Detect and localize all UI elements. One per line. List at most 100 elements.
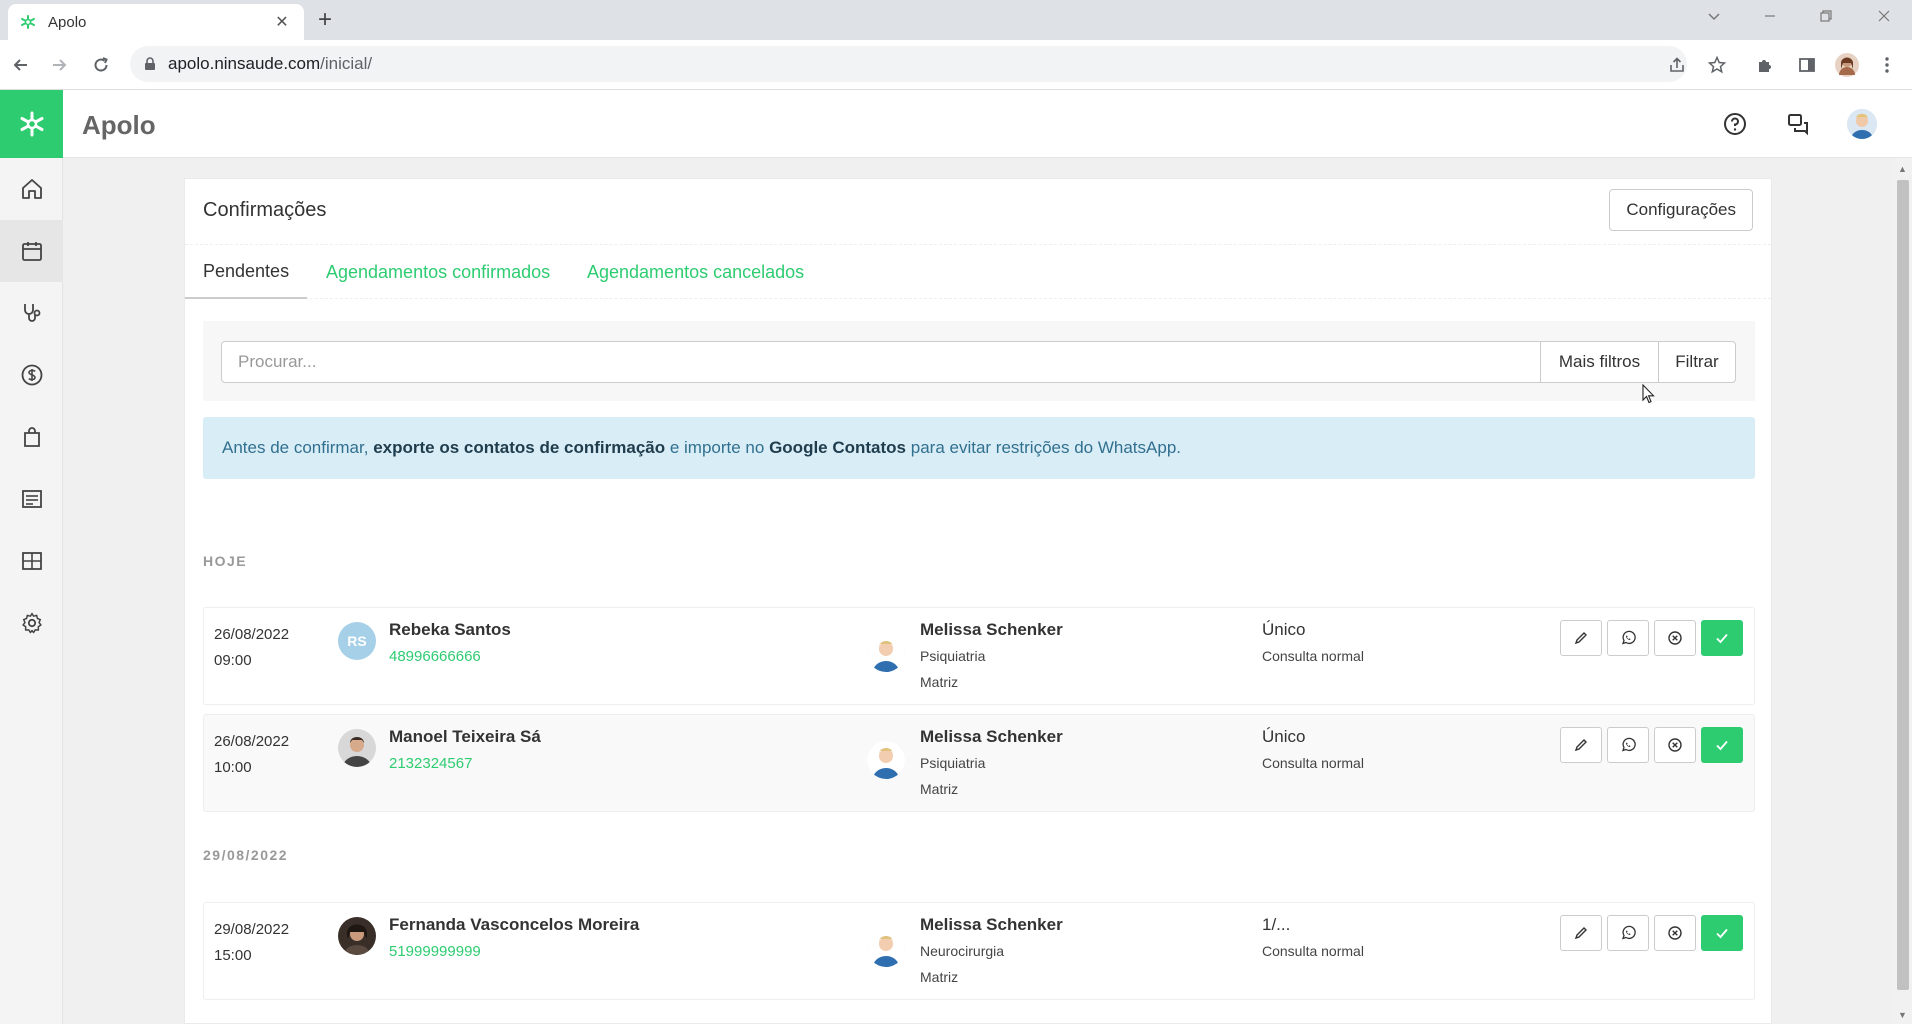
pencil-icon xyxy=(1574,927,1587,940)
whatsapp-icon xyxy=(1621,630,1636,645)
export-contacts-link[interactable]: exporte os contatos de confirmação xyxy=(373,438,665,458)
edit-button[interactable] xyxy=(1560,620,1602,656)
url-path: /inicial/ xyxy=(320,54,373,73)
profile-avatar[interactable] xyxy=(1834,52,1860,78)
back-icon[interactable] xyxy=(8,52,34,78)
forward-icon[interactable] xyxy=(46,52,72,78)
sidebar-item-clinical[interactable] xyxy=(0,282,63,344)
page-title: Confirmações xyxy=(203,199,327,221)
clinic-unit: Matriz xyxy=(920,674,959,690)
side-panel-icon[interactable] xyxy=(1794,52,1820,78)
whatsapp-button[interactable] xyxy=(1607,727,1649,763)
more-filters-button[interactable]: Mais filtros xyxy=(1540,341,1659,383)
reload-icon[interactable] xyxy=(88,52,114,78)
share-icon[interactable] xyxy=(1664,52,1690,78)
appointment-description: Consulta normal xyxy=(1262,755,1364,771)
page-scrollbar[interactable]: ▲ ▼ xyxy=(1894,158,1912,1024)
doctor-avatar xyxy=(867,929,905,967)
patient-name[interactable]: Rebeka Santos xyxy=(389,620,511,640)
sidebar-item-reports[interactable] xyxy=(0,468,63,530)
browser-menu-icon[interactable] xyxy=(1874,52,1900,78)
pencil-icon xyxy=(1574,739,1587,752)
patient-phone[interactable]: 2132324567 xyxy=(389,755,472,772)
sidebar-item-calendar[interactable] xyxy=(0,220,63,282)
cancel-button[interactable] xyxy=(1654,620,1696,656)
appointment-description: Consulta normal xyxy=(1262,648,1364,664)
appointment-datetime: 26/08/2022 09:00 xyxy=(214,626,290,669)
tab-close-icon[interactable]: ✕ xyxy=(272,12,292,32)
confirm-button[interactable] xyxy=(1701,620,1743,656)
table-row[interactable]: 26/08/2022 09:00 RS Rebeka Santos 4899666… xyxy=(203,607,1755,705)
confirmations-card: Confirmações Configurações Pendentes Age… xyxy=(184,178,1772,1024)
url-host: apolo.ninsaude.com xyxy=(168,54,321,73)
cancel-button[interactable] xyxy=(1654,915,1696,951)
whatsapp-button[interactable] xyxy=(1607,915,1649,951)
pencil-icon xyxy=(1574,632,1587,645)
card-header: Confirmações Configurações xyxy=(185,179,1771,245)
edit-button[interactable] xyxy=(1560,915,1602,951)
url-field[interactable]: apolo.ninsaude.com/inicial/ xyxy=(130,46,1687,82)
chat-icon[interactable] xyxy=(1780,106,1816,142)
patient-avatar xyxy=(338,729,376,767)
bookmark-star-icon[interactable] xyxy=(1704,52,1730,78)
stethoscope-icon xyxy=(23,304,40,322)
help-icon[interactable] xyxy=(1717,106,1753,142)
sidebar-item-store[interactable] xyxy=(0,406,63,468)
search-input[interactable] xyxy=(221,341,1541,383)
scrollbar-thumb[interactable] xyxy=(1897,180,1909,990)
edit-button[interactable] xyxy=(1560,727,1602,763)
settings-button[interactable]: Configurações xyxy=(1609,189,1753,231)
user-avatar[interactable] xyxy=(1844,106,1880,142)
extensions-icon[interactable] xyxy=(1752,52,1778,78)
browser-tab[interactable]: Apolo ✕ xyxy=(8,4,304,40)
doctor-name: Melissa Schenker xyxy=(920,727,1063,746)
cancel-circle-icon xyxy=(1668,738,1682,752)
apolo-favicon-icon xyxy=(20,14,36,30)
table-row[interactable]: 29/08/2022 15:00 Fernanda Vasconcelos Mor… xyxy=(203,902,1755,1000)
tab-pending[interactable]: Pendentes xyxy=(185,245,308,299)
patient-avatar xyxy=(338,917,376,955)
confirm-button[interactable] xyxy=(1701,915,1743,951)
home-icon xyxy=(21,179,42,199)
patient-name[interactable]: Manoel Teixeira Sá xyxy=(389,727,541,747)
check-icon xyxy=(1716,633,1728,644)
shopping-bag-icon xyxy=(23,427,40,447)
doctor-specialty: Psiquiatria xyxy=(920,648,986,664)
whatsapp-button[interactable] xyxy=(1607,620,1649,656)
patient-phone[interactable]: 48996666666 xyxy=(389,648,481,665)
cancel-circle-icon xyxy=(1668,926,1682,940)
minimize-icon[interactable] xyxy=(1762,8,1778,29)
tab-cancelled[interactable]: Agendamentos cancelados xyxy=(587,245,804,299)
confirm-button[interactable] xyxy=(1701,727,1743,763)
appointment-type: Único xyxy=(1262,727,1306,746)
app-topbar: Apolo xyxy=(0,90,1912,158)
section-label: HOJE xyxy=(203,553,248,569)
tab-confirmed[interactable]: Agendamentos confirmados xyxy=(326,245,550,299)
table-row[interactable]: 26/08/2022 10:00 Manoel Teixeira Sá 21323… xyxy=(203,714,1755,812)
patient-phone[interactable]: 51999999999 xyxy=(389,943,481,960)
whatsapp-alert: Antes de confirmar, exporte os contatos … xyxy=(203,417,1755,479)
app-logo[interactable] xyxy=(0,90,63,158)
doctor-name: Melissa Schenker xyxy=(920,915,1063,934)
sidebar-item-dashboard[interactable] xyxy=(0,530,63,592)
appointment-type: Único xyxy=(1262,620,1306,639)
dollar-icon xyxy=(21,364,42,386)
app-title: Apolo xyxy=(82,110,156,140)
tab-search-icon[interactable] xyxy=(1706,8,1722,29)
sidebar-item-home[interactable] xyxy=(0,158,63,220)
new-tab-button[interactable]: + xyxy=(318,8,332,32)
appointment-description: Consulta normal xyxy=(1262,943,1364,959)
doctor-specialty: Psiquiatria xyxy=(920,755,986,771)
patient-name[interactable]: Fernanda Vasconcelos Moreira xyxy=(389,915,639,935)
gear-icon xyxy=(21,612,42,634)
calendar-icon xyxy=(21,242,42,261)
patient-avatar: RS xyxy=(338,622,376,660)
cancel-circle-icon xyxy=(1668,631,1682,645)
restore-icon[interactable] xyxy=(1818,8,1834,29)
section-label: 29/08/2022 xyxy=(203,847,289,863)
sidebar-item-finance[interactable] xyxy=(0,344,63,406)
sidebar-item-settings[interactable] xyxy=(0,592,63,654)
window-close-icon[interactable] xyxy=(1876,8,1892,29)
cancel-button[interactable] xyxy=(1654,727,1696,763)
filter-button[interactable]: Filtrar xyxy=(1658,341,1736,383)
